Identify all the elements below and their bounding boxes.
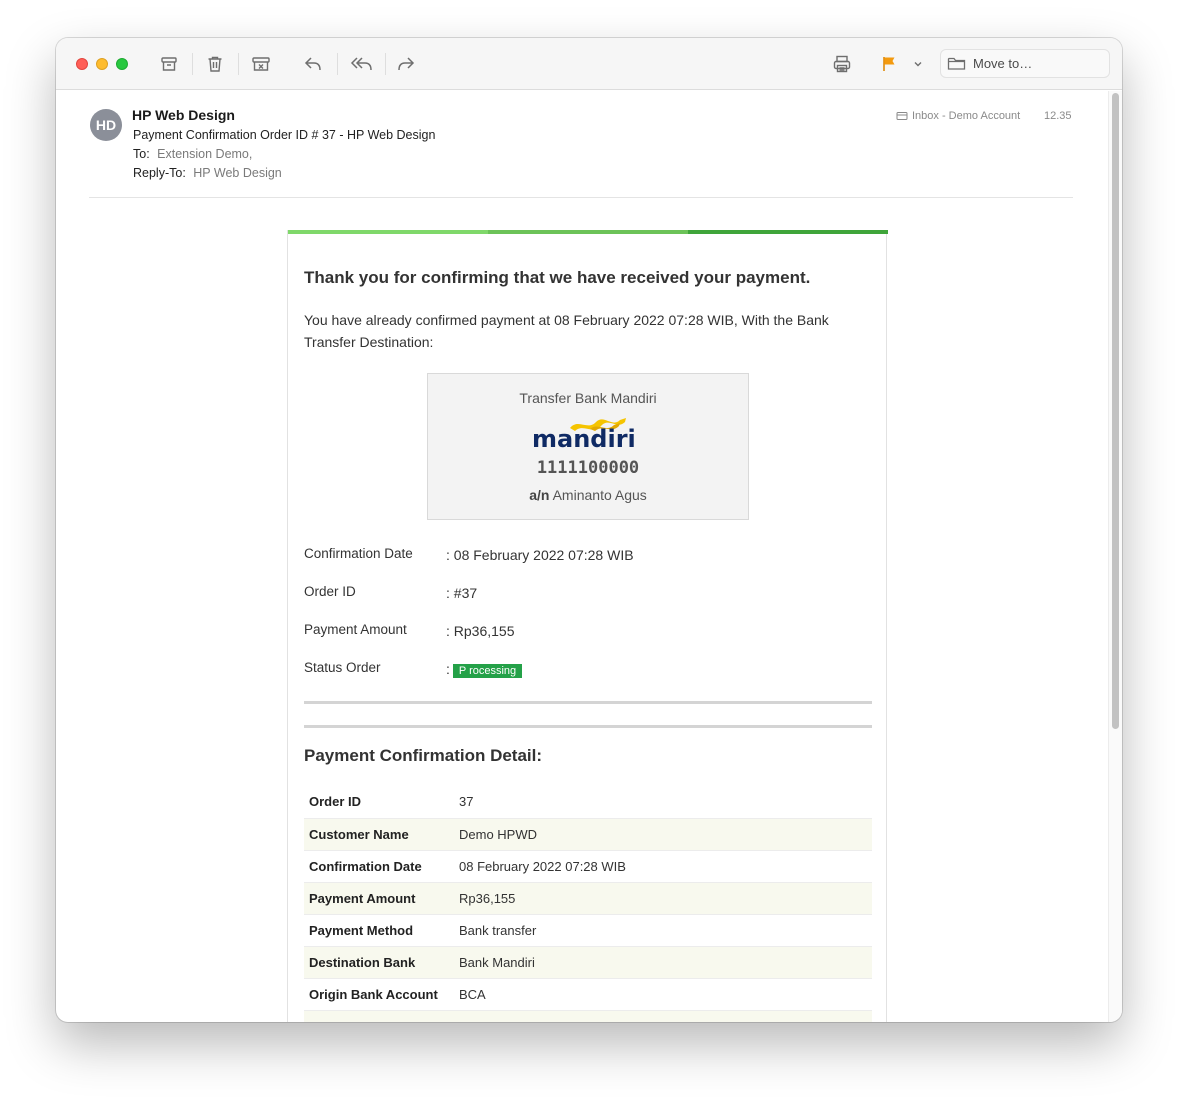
- account-number: 1111100000: [536, 458, 640, 478]
- toolbar: Move to…: [56, 38, 1122, 90]
- bank-title: Transfer Bank Mandiri: [519, 390, 657, 406]
- reply-button[interactable]: [300, 52, 326, 76]
- info-value: :P rocessing: [446, 661, 523, 678]
- table-row: Order ID 37: [304, 786, 872, 819]
- reply-all-button[interactable]: [347, 52, 377, 76]
- detail-label: Order ID: [304, 786, 454, 819]
- header-divider: [89, 197, 1073, 198]
- table-row: Payment Amount Rp36,155: [304, 882, 872, 915]
- info-label: Confirmation Date: [304, 546, 413, 561]
- junk-button[interactable]: [248, 52, 274, 76]
- account-holder: a/n Aminanto Agus: [428, 487, 748, 503]
- info-value: : 08 February 2022 07:28 WIB: [446, 547, 634, 563]
- toolbar-separator: [192, 53, 193, 75]
- detail-label: Customer Name: [304, 818, 454, 851]
- detail-value: 37: [454, 786, 872, 819]
- detail-value: Bank Mandiri: [454, 946, 872, 979]
- close-window-button[interactable]: [76, 58, 88, 70]
- detail-table: Order ID 37 Customer Name Demo HPWD Confir…: [304, 786, 872, 1022]
- reply-icon: [304, 57, 321, 71]
- vertical-scrollbar[interactable]: [1108, 91, 1122, 1022]
- to-row: To: Extension Demo,: [133, 147, 252, 161]
- junk-icon: [252, 57, 270, 71]
- zoom-window-button[interactable]: [116, 58, 128, 70]
- chevron-down-icon: [914, 62, 922, 67]
- flag-icon: [883, 57, 895, 71]
- table-row: Confirmation Date 08 February 2022 07:28 …: [304, 850, 872, 883]
- subject: Payment Confirmation Order ID # 37 - HP …: [133, 128, 436, 142]
- move-to-button[interactable]: Move to…: [940, 49, 1110, 78]
- account-holder-prefix: a/n: [529, 487, 550, 503]
- toolbar-separator: [337, 53, 338, 75]
- account-holder-name: Aminanto Agus: [552, 487, 647, 503]
- archive-icon: [161, 57, 177, 71]
- detail-label: Confirmation Date: [304, 850, 454, 883]
- detail-label: Origin Bank Account: [304, 978, 454, 1011]
- section-divider: [304, 725, 872, 728]
- detail-value: 08 February 2022 07:28 WIB: [454, 850, 872, 883]
- detail-label: [304, 1010, 454, 1022]
- accent-bar-mid: [488, 230, 688, 234]
- flag-menu-button[interactable]: [908, 52, 928, 76]
- delete-button[interactable]: [202, 52, 228, 76]
- email-content-card: Thank you for confirming that we have re…: [287, 230, 888, 1022]
- toolbar-separator: [385, 53, 386, 75]
- to-recipient[interactable]: Extension Demo,: [157, 147, 252, 161]
- sender-name[interactable]: HP Web Design: [132, 107, 235, 123]
- detail-value: Bank transfer: [454, 914, 872, 947]
- table-row: Origin Bank Account BCA: [304, 978, 872, 1011]
- detail-label: Destination Bank: [304, 946, 454, 979]
- intro-text: You have already confirmed payment at 08…: [304, 312, 829, 350]
- info-label: Order ID: [304, 584, 356, 599]
- scrollbar-thumb[interactable]: [1112, 93, 1119, 729]
- detail-value: BCA: [454, 978, 872, 1011]
- print-icon: [833, 55, 851, 73]
- mailbox-label: Inbox - Demo Account: [896, 110, 1020, 122]
- mandiri-logo: mandiri: [532, 418, 636, 452]
- accent-bar-dark: [688, 230, 888, 234]
- section-divider: [304, 701, 872, 704]
- mandiri-logo-text: mandiri: [532, 425, 636, 452]
- detail-label: Payment Method: [304, 914, 454, 947]
- info-label: Status Order: [304, 660, 381, 675]
- toolbar-separator: [238, 53, 239, 75]
- detail-value: Demo HPWD: [454, 818, 872, 851]
- mailbox-name: Inbox - Demo Account: [912, 110, 1021, 122]
- detail-value: Rp36,155: [454, 882, 872, 915]
- table-row: Destination Bank Bank Mandiri: [304, 946, 872, 979]
- archive-button[interactable]: [156, 52, 182, 76]
- message-header: HD HP Web Design Payment Confirmation Or…: [56, 91, 1108, 199]
- reply-to-label: Reply-To:: [133, 166, 186, 180]
- info-label: Payment Amount: [304, 622, 407, 637]
- table-row: [304, 1010, 872, 1022]
- detail-label: Payment Amount: [304, 882, 454, 915]
- info-value: : Rp36,155: [446, 623, 515, 639]
- bank-transfer-box: Transfer Bank Mandiri mandiri 1111100000…: [427, 373, 749, 520]
- reply-to-recipient[interactable]: HP Web Design: [193, 166, 281, 180]
- minimize-window-button[interactable]: [96, 58, 108, 70]
- to-label: To:: [133, 147, 150, 161]
- detail-title: Payment Confirmation Detail:: [304, 746, 543, 765]
- info-value: : #37: [446, 585, 478, 601]
- thanks-heading: Thank you for confirming that we have re…: [304, 268, 811, 287]
- move-to-label: Move to…: [973, 56, 1033, 71]
- info-colon: :: [446, 661, 450, 677]
- mailbox-icon: [896, 112, 908, 120]
- table-row: Payment Method Bank transfer: [304, 914, 872, 947]
- print-button[interactable]: [829, 52, 855, 76]
- flag-button[interactable]: [876, 52, 902, 76]
- accent-bar-light: [288, 230, 488, 234]
- forward-icon: [398, 57, 415, 71]
- avatar: HD: [90, 109, 122, 141]
- forward-button[interactable]: [393, 52, 419, 76]
- folder-icon: [947, 57, 966, 70]
- trash-icon: [208, 56, 222, 72]
- mail-window: Move to… HD HP Web Design Payment Confir…: [56, 38, 1122, 1022]
- reply-to-row: Reply-To: HP Web Design: [133, 166, 282, 180]
- status-badge: P rocessing: [452, 664, 523, 678]
- received-time: 12.35: [1044, 110, 1072, 122]
- table-row: Customer Name Demo HPWD: [304, 818, 872, 851]
- reply-all-icon: [350, 57, 372, 71]
- detail-value: [454, 1010, 872, 1022]
